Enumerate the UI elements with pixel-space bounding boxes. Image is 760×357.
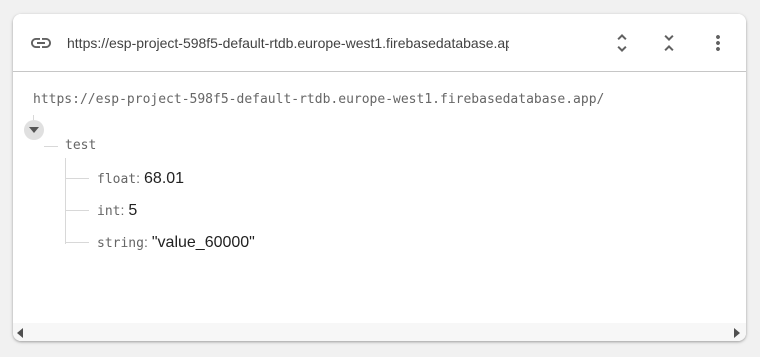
tree-connector — [65, 158, 66, 244]
data-tree: https://esp-project-598f5-default-rtdb.e… — [13, 72, 746, 322]
tree-connector — [65, 178, 89, 179]
child-node-float[interactable]: float: 68.01 — [97, 167, 184, 189]
caret-down-icon — [29, 127, 39, 133]
scroll-left-arrow-icon[interactable] — [17, 328, 23, 338]
link-icon — [29, 31, 53, 55]
child-key: int — [97, 204, 121, 219]
node-key-test[interactable]: test — [65, 137, 96, 155]
child-value[interactable]: 5 — [128, 202, 137, 219]
child-key: float — [97, 172, 137, 187]
scroll-right-arrow-icon[interactable] — [734, 328, 740, 338]
horizontal-scrollbar[interactable] — [13, 323, 746, 341]
key-separator: : — [143, 234, 148, 250]
child-node-int[interactable]: int: 5 — [97, 199, 137, 221]
child-value[interactable]: 68.01 — [144, 170, 184, 187]
key-separator: : — [120, 202, 125, 218]
collapse-node-toggle[interactable] — [24, 120, 44, 140]
tree-connector — [65, 242, 89, 243]
database-url[interactable]: https://esp-project-598f5-default-rtdb.e… — [67, 32, 509, 54]
tree-connector — [65, 210, 89, 211]
expand-all-button[interactable] — [608, 29, 636, 57]
child-node-string[interactable]: string: "value_60000" — [97, 231, 255, 253]
more-options-button[interactable] — [704, 29, 732, 57]
database-card: https://esp-project-598f5-default-rtdb.e… — [13, 14, 746, 341]
unfold-less-icon — [664, 35, 674, 51]
key-separator: : — [136, 170, 141, 186]
unfold-more-icon — [617, 34, 627, 52]
tree-root-url[interactable]: https://esp-project-598f5-default-rtdb.e… — [33, 91, 604, 109]
collapse-all-button[interactable] — [655, 29, 683, 57]
child-value[interactable]: "value_60000" — [152, 234, 255, 251]
more-vert-icon — [716, 35, 720, 51]
child-key: string — [97, 236, 144, 251]
tree-connector — [44, 146, 58, 147]
database-header: https://esp-project-598f5-default-rtdb.e… — [13, 14, 746, 72]
